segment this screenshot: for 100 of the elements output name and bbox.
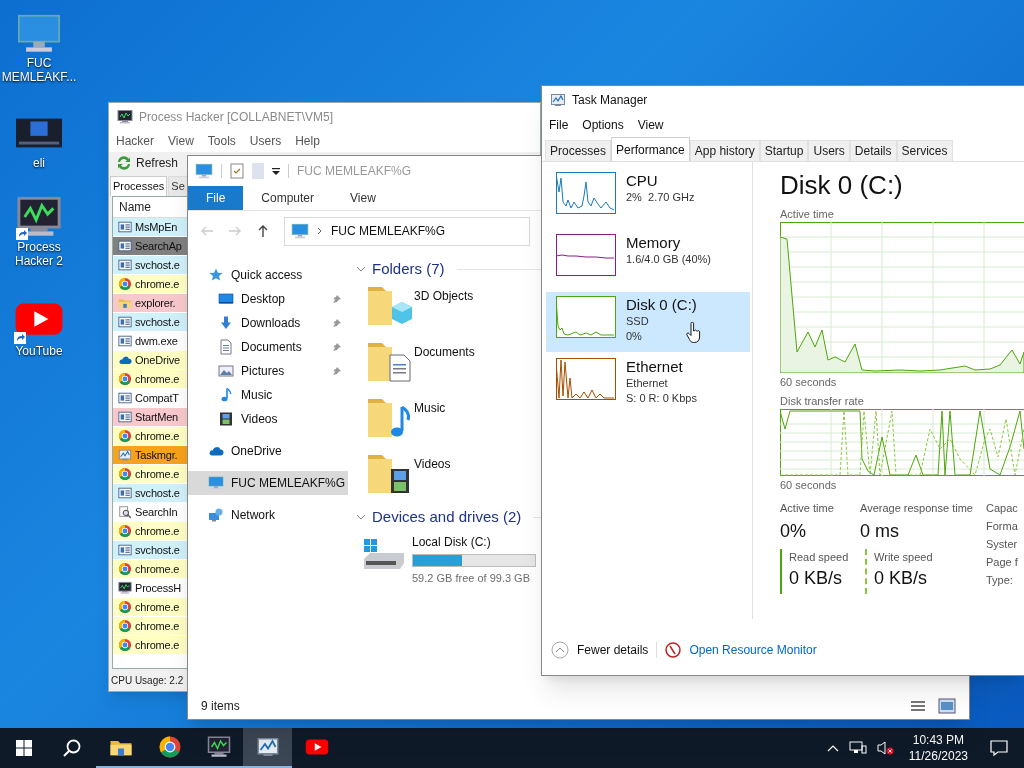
tab[interactable]: App history <box>689 140 760 161</box>
menu-item[interactable]: Users <box>249 132 282 150</box>
desktop-icon-label[interactable]: Process Hacker 2 <box>1 240 77 268</box>
desktop-icon-label[interactable]: YouTube <box>1 344 77 358</box>
menu-item[interactable]: File <box>549 116 569 134</box>
tab[interactable]: Performance <box>611 137 690 161</box>
nav-item[interactable]: Downloads <box>188 311 348 335</box>
ribbon-tab[interactable]: File <box>188 186 244 210</box>
desktop-icon-label[interactable]: FUC MEMLEAKF... <box>1 56 77 84</box>
nav-item[interactable]: Pictures <box>188 359 348 383</box>
network-icon[interactable] <box>848 740 867 756</box>
process-row[interactable]: chrome.e <box>113 617 187 636</box>
folder-item[interactable]: Documents <box>356 337 536 393</box>
process-row[interactable]: explorer. <box>113 294 187 313</box>
resource-item[interactable]: Ethernet Ethernet S: 0 R: 0 Kbps <box>546 354 750 414</box>
process-row[interactable]: chrome.e <box>113 560 187 579</box>
resource-item[interactable]: CPU 2% 2.70 GHz <box>546 168 750 228</box>
process-row[interactable]: svchost.e <box>113 541 187 560</box>
large-icons-view-icon[interactable] <box>938 698 956 714</box>
tab[interactable]: Startup <box>759 140 809 161</box>
graph-caption: 60 seconds <box>780 375 838 390</box>
nav-label: Desktop <box>241 291 287 308</box>
property-label: Forma <box>986 519 1018 534</box>
nav-item[interactable]: OneDrive <box>188 439 348 463</box>
resource-item[interactable]: Memory 1.6/4.0 GB (40%) <box>546 230 750 290</box>
tab[interactable]: Processes <box>110 176 168 196</box>
search-icon <box>62 738 82 758</box>
drive-name: Local Disk (C:) <box>412 534 492 551</box>
group-heading[interactable]: Devices and drives (2) <box>372 505 522 529</box>
drive-space-text: 59.2 GB free of 99.3 GB <box>412 571 531 586</box>
group-heading[interactable]: Folders (7) <box>372 257 445 281</box>
menu-item[interactable]: Hacker <box>116 132 154 150</box>
nav-item[interactable]: Videos <box>188 407 348 431</box>
tab[interactable]: Users <box>808 140 850 161</box>
process-row[interactable]: chrome.e <box>113 522 187 541</box>
process-row[interactable]: chrome.e <box>113 370 187 389</box>
folder-item[interactable]: 3D Objects <box>356 281 536 337</box>
menu-item[interactable]: View <box>168 132 194 150</box>
window-icon <box>118 543 132 557</box>
process-name: chrome.e <box>135 618 180 634</box>
process-row[interactable]: svchost.e <box>113 484 187 503</box>
muted-speaker-icon[interactable] <box>876 740 895 756</box>
window-icon <box>118 334 132 348</box>
resource-item[interactable]: Disk 0 (C:) SSD 0% <box>546 292 750 352</box>
process-row[interactable]: svchost.e <box>113 313 187 332</box>
nav-item[interactable]: Network <box>188 503 348 527</box>
ribbon-tab[interactable]: Computer <box>243 186 333 210</box>
tab[interactable]: Processes <box>545 140 612 161</box>
folder-item[interactable]: Music <box>356 393 536 449</box>
menu-item[interactable]: Options <box>582 116 624 134</box>
details-view-icon[interactable] <box>910 699 926 713</box>
process-name: CompatT <box>135 390 179 406</box>
tab[interactable]: Se <box>168 176 188 196</box>
resource-heading: Disk 0 (C:) <box>780 169 904 202</box>
check-document-icon[interactable] <box>230 163 244 179</box>
resource-monitor-link[interactable]: Open Resource Monitor <box>689 641 817 659</box>
desktop-icon-label[interactable]: eli <box>1 156 77 170</box>
folder-item[interactable]: Videos <box>356 449 536 505</box>
clock-time[interactable]: 10:43 PM <box>912 732 965 748</box>
nav-item[interactable]: Desktop <box>188 287 348 311</box>
caret-icon[interactable] <box>272 167 280 175</box>
tab[interactable]: Services <box>896 140 953 161</box>
ring-logo-icon <box>118 562 132 576</box>
up-arrow-icon[interactable] <box>256 224 270 238</box>
tab[interactable]: Details <box>849 140 897 161</box>
taskbar-app[interactable] <box>243 728 292 768</box>
drive-item[interactable]: Local Disk (C:) 59.2 GB free of 99.3 GB <box>356 529 536 587</box>
process-row[interactable]: chrome.e <box>113 598 187 617</box>
gauge-icon <box>665 642 682 658</box>
refresh-button[interactable]: Refresh <box>114 154 181 172</box>
nav-item[interactable]: Quick access <box>188 263 348 287</box>
resource-detail: 1.6/4.0 GB (40%) <box>626 252 711 267</box>
fewer-details-button[interactable]: Fewer details <box>551 641 649 659</box>
notification-icon[interactable] <box>990 739 1008 757</box>
process-row[interactable]: StartMen <box>113 408 187 427</box>
resource-detail: S: 0 R: 0 Kbps <box>626 391 697 406</box>
process-row[interactable]: chrome.e <box>113 636 187 655</box>
nav-item[interactable]: FUC MEMLEAKF%G <box>188 471 348 495</box>
chevron-down-icon[interactable] <box>356 266 366 272</box>
clock-date[interactable]: 11/26/2023 <box>908 748 968 764</box>
process-row[interactable]: svchost.e <box>113 256 187 275</box>
menu-item[interactable]: Help <box>295 132 320 150</box>
menu-item[interactable]: Tools <box>207 132 236 150</box>
nav-label: OneDrive <box>231 443 283 460</box>
process-row[interactable]: MsMpEn <box>113 218 187 237</box>
process-row[interactable]: chrome.e <box>113 427 187 446</box>
address-bar[interactable]: FUC MEMLEAKF%G <box>284 216 530 246</box>
menu-item[interactable]: View <box>637 116 664 134</box>
process-row[interactable]: chrome.e <box>113 465 187 484</box>
process-row[interactable]: OneDrive <box>113 351 187 370</box>
chevron-down-icon[interactable] <box>356 514 366 520</box>
process-row[interactable]: SearchAp <box>113 237 187 256</box>
ribbon-tab[interactable]: View <box>332 186 394 210</box>
nav-item[interactable]: Music <box>188 383 348 407</box>
process-row[interactable]: chrome.e <box>113 275 187 294</box>
nav-item[interactable]: Documents <box>188 335 348 359</box>
chevron-up-icon[interactable] <box>826 744 839 752</box>
status-text: CPU Usage: 2.2 <box>111 673 184 688</box>
process-row[interactable]: Taskmgr. <box>113 446 187 465</box>
process-name: MsMpEn <box>135 219 178 235</box>
